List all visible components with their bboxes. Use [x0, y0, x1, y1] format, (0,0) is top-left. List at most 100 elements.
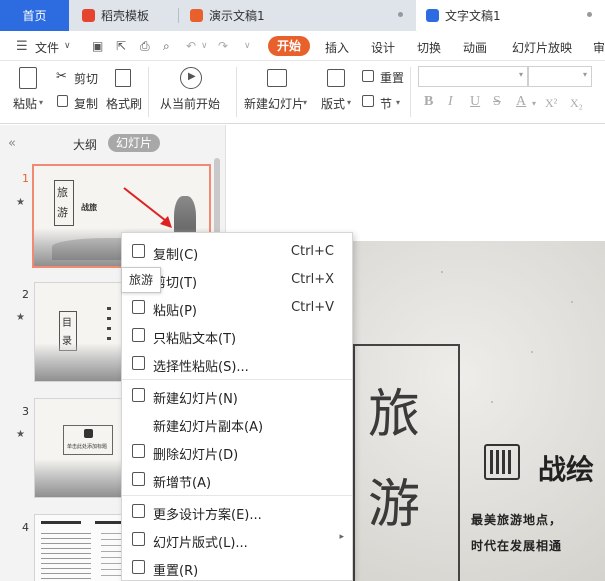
tab-bar: 首页 稻壳模板 演示文稿1 文字文稿1 — [0, 0, 605, 31]
tab-presentation-label: 演示文稿1 — [209, 9, 265, 23]
menu-animation[interactable]: 动画 — [463, 39, 487, 56]
menu-separator — [122, 379, 352, 380]
underline-button[interactable]: U — [470, 94, 480, 110]
save-icon[interactable]: ▣ — [92, 39, 103, 53]
tooltip: 旅游 — [121, 267, 161, 293]
menu-separator — [122, 495, 352, 496]
font-name-select[interactable]: ▾ — [418, 66, 528, 87]
menu-item-label: 新建幻灯片副本(A) — [153, 420, 264, 435]
menu-item-paste-text[interactable]: 只粘贴文本(T) — [122, 321, 352, 349]
paste-icon[interactable] — [19, 67, 37, 89]
menu-item-new-slide[interactable]: 新建幻灯片(N) — [122, 381, 352, 409]
new-slide-icon — [267, 69, 287, 87]
seal-icon — [84, 429, 93, 438]
new-slide-button[interactable]: 新建幻灯片 — [244, 95, 304, 112]
tab-writer-label: 文字文稿1 — [445, 9, 501, 23]
reset-icon — [132, 560, 145, 574]
animation-star-icon: ★ — [16, 312, 25, 323]
play-from-current-button[interactable]: 从当前开始 — [160, 95, 220, 112]
menu-item-label: 重置(R) — [153, 564, 199, 579]
strikethrough-button[interactable]: S — [493, 94, 501, 110]
subscript-button[interactable]: X₂ — [570, 96, 583, 111]
menu-item-duplicate-slide[interactable]: 新建幻灯片副本(A) — [122, 409, 352, 437]
layout-dropdown-icon[interactable]: ▾ — [347, 98, 351, 107]
italic-button[interactable]: I — [448, 94, 453, 110]
bold-button[interactable]: B — [424, 94, 433, 110]
font-color-button[interactable]: A — [516, 94, 526, 110]
slide-number: 4 — [22, 521, 29, 534]
animation-star-icon: ★ — [16, 197, 25, 208]
redo-icon[interactable]: ↷ — [218, 39, 228, 53]
thumb-heading-bar — [41, 521, 81, 524]
format-painter-icon — [115, 69, 131, 87]
undo-dropdown-icon[interactable]: ∨ — [201, 41, 208, 51]
menu-start[interactable]: 开始 — [268, 36, 310, 56]
shortcut-label: Ctrl+C — [290, 244, 334, 259]
slide-number: 1 — [22, 172, 29, 185]
menu-item-add-section[interactable]: 新增节(A) — [122, 465, 352, 493]
cut-button[interactable]: 剪切 — [74, 70, 98, 87]
tab-home[interactable]: 首页 — [0, 0, 69, 31]
export-icon[interactable]: ⇱ — [116, 39, 126, 53]
play-icon: ▶ — [180, 67, 202, 89]
seal-icon — [484, 444, 520, 480]
menu-item-label: 更多设计方案(E)... — [153, 508, 262, 523]
tab-separator — [178, 8, 179, 23]
slide-subtitle: 时代在发展相通 — [471, 539, 563, 553]
paste-dropdown-icon[interactable]: ▾ — [39, 98, 43, 107]
menu-item-reset[interactable]: 重置(R) — [122, 553, 352, 581]
menu-item-copy[interactable]: 复制(C) Ctrl+C — [122, 237, 352, 265]
menu-item-slide-layout[interactable]: 幻灯片版式(L)... ▸ — [122, 525, 352, 553]
copy-icon — [57, 95, 68, 107]
paste-icon — [132, 300, 145, 314]
presentation-icon — [190, 9, 203, 22]
menu-insert[interactable]: 插入 — [325, 39, 349, 56]
section-button[interactable]: 节 — [380, 95, 392, 112]
reset-button[interactable]: 重置 — [380, 69, 404, 86]
tab-presentation[interactable]: 演示文稿1 — [180, 0, 414, 31]
print-icon[interactable]: ⎙ — [140, 39, 150, 54]
menu-item-label: 复制(C) — [153, 248, 199, 263]
more-icon[interactable]: ∨ — [244, 41, 251, 51]
collapse-panel-icon[interactable]: « — [8, 136, 16, 151]
layout-icon — [327, 69, 345, 87]
paste-button[interactable]: 粘贴 — [13, 95, 37, 112]
menu-item-paste[interactable]: 粘贴(P) Ctrl+V — [122, 293, 352, 321]
thumb-char: 旅 — [57, 186, 68, 199]
chevron-down-icon[interactable]: ∨ — [64, 41, 71, 51]
font-color-dropdown-icon[interactable]: ▾ — [532, 99, 536, 108]
copy-button[interactable]: 复制 — [74, 95, 98, 112]
slide-char: 游 — [368, 475, 421, 535]
menu-file[interactable]: 文件 — [35, 39, 59, 56]
new-slide-dropdown-icon[interactable]: ▾ — [303, 98, 307, 107]
menu-review[interactable]: 审 — [593, 39, 605, 56]
tab-outline[interactable]: 大纲 — [73, 136, 97, 153]
tab-writer[interactable]: 文字文稿1 — [416, 0, 605, 31]
menu-design[interactable]: 设计 — [371, 39, 395, 56]
superscript-button[interactable]: X² — [545, 96, 557, 111]
menu-item-delete-slide[interactable]: 删除幻灯片(D) — [122, 437, 352, 465]
copy-icon — [132, 244, 145, 258]
thumb-char: 游 — [57, 206, 68, 219]
menu-item-paste-special[interactable]: 选择性粘贴(S)... — [122, 349, 352, 377]
menu-item-label: 只粘贴文本(T) — [153, 332, 237, 347]
hamburger-icon[interactable]: ☰ — [16, 39, 28, 54]
slide-number: 3 — [22, 405, 29, 418]
tab-docer-label: 稻壳模板 — [101, 9, 150, 23]
section-dropdown-icon[interactable]: ▾ — [396, 98, 400, 107]
format-painter-button[interactable]: 格式刷 — [106, 95, 142, 112]
print-preview-icon[interactable]: ⌕ — [163, 39, 170, 54]
menu-transition[interactable]: 切换 — [417, 39, 441, 56]
menu-item-more-designs[interactable]: 更多设计方案(E)... — [122, 497, 352, 525]
tab-docer[interactable]: 稻壳模板 — [72, 0, 176, 31]
tab-slides[interactable]: 幻灯片 — [108, 134, 160, 152]
reset-icon — [362, 70, 374, 82]
layout-button[interactable]: 版式 — [321, 95, 345, 112]
font-size-select[interactable]: ▾ — [528, 66, 592, 87]
shortcut-label: Ctrl+X — [291, 272, 334, 287]
menu-item-label: 新增节(A) — [153, 476, 212, 491]
red-arrow-icon — [123, 187, 172, 228]
undo-icon[interactable]: ↶ — [186, 39, 196, 53]
thumb-placeholder-text: 单击此处添加标题 — [67, 444, 108, 450]
menu-slideshow[interactable]: 幻灯片放映 — [512, 39, 572, 56]
